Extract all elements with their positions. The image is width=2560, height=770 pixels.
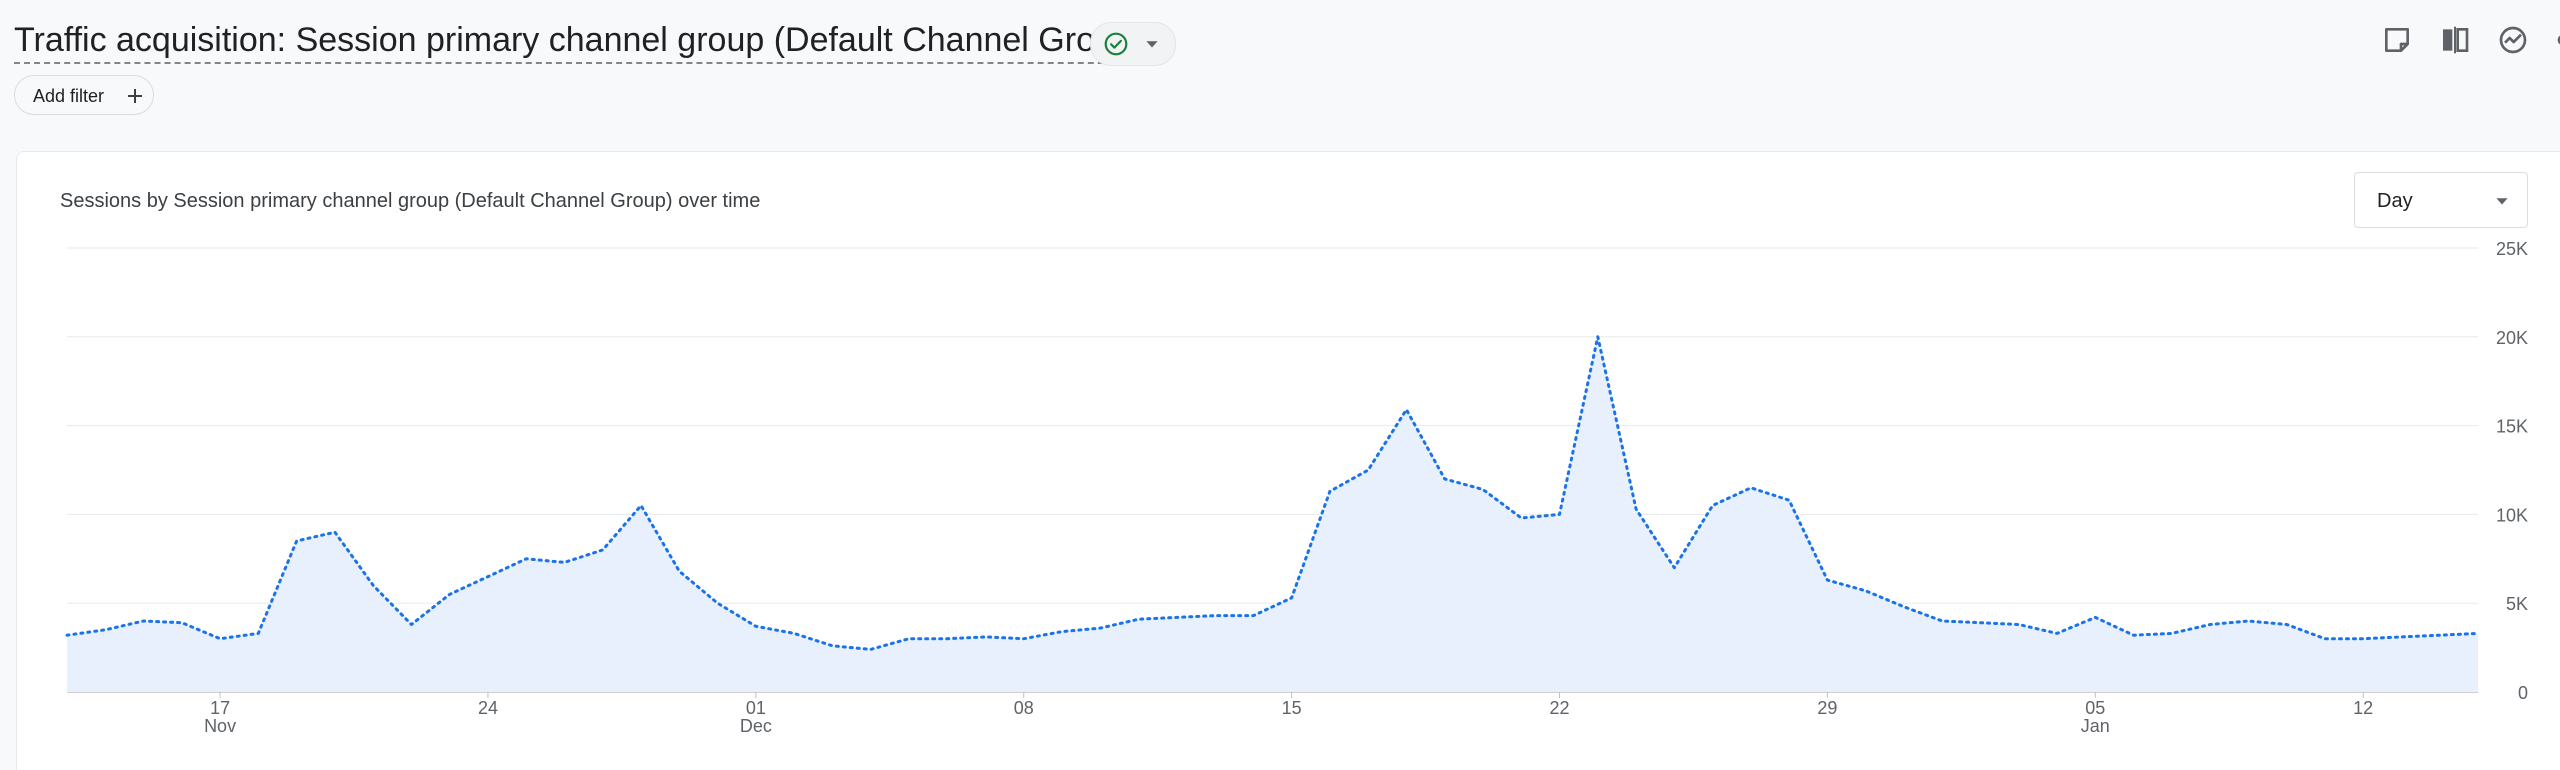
compare-button[interactable] bbox=[2433, 18, 2477, 62]
chart-title: Sessions by Session primary channel grou… bbox=[60, 190, 761, 212]
check-circle-icon bbox=[1104, 32, 1128, 56]
share-icon bbox=[2557, 35, 2560, 45]
chevron-down-icon bbox=[1146, 41, 1158, 48]
report-header: Traffic acquisition: Session primary cha… bbox=[0, 0, 2560, 140]
granularity-value: Day bbox=[2377, 190, 2413, 212]
plus-icon bbox=[128, 89, 142, 103]
chart-card bbox=[16, 151, 2560, 770]
page-title[interactable]: Traffic acquisition: Session primary cha… bbox=[14, 18, 1145, 64]
insights-icon bbox=[2499, 26, 2527, 54]
chevron-down-icon bbox=[2496, 198, 2508, 205]
add-filter-label: Add filter bbox=[33, 86, 105, 106]
status-chip[interactable] bbox=[1090, 22, 1176, 66]
insights-button[interactable] bbox=[2491, 18, 2535, 62]
compare-icon bbox=[2443, 26, 2469, 54]
granularity-select[interactable]: Day bbox=[2354, 172, 2528, 228]
share-button[interactable] bbox=[2549, 18, 2560, 62]
note-button[interactable] bbox=[2375, 18, 2419, 62]
add-filter-button[interactable]: Add filter bbox=[14, 75, 154, 115]
note-icon bbox=[2385, 28, 2409, 52]
